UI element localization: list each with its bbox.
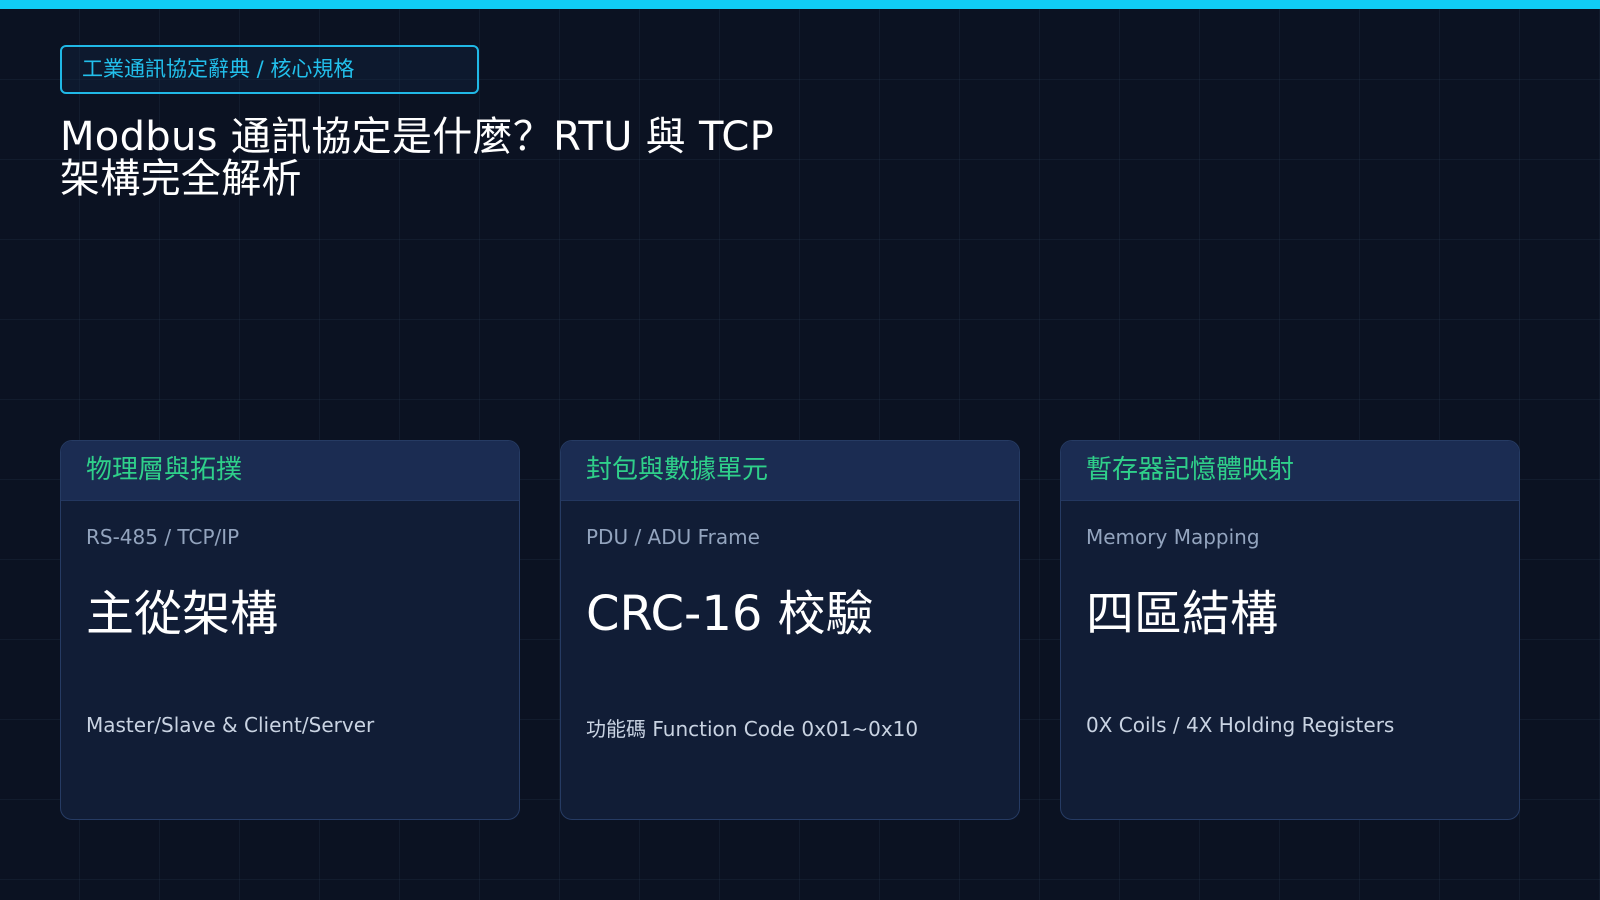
card-header: 物理層與拓撲 xyxy=(61,441,519,501)
card-subtitle: RS-485 / TCP/IP xyxy=(86,525,240,549)
page-title: Modbus 通訊協定是什麼？RTU 與 TCP 架構完全解析 xyxy=(60,114,775,202)
category-badge: 工業通訊協定辭典 / 核心規格 xyxy=(60,45,479,94)
card-footer: 功能碼 Function Code 0x01~0x10 xyxy=(586,717,919,741)
card-register-mapping: 暫存器記憶體映射 Memory Mapping 四區結構 0X Coils / … xyxy=(1060,440,1520,820)
card-main-value: CRC-16 校驗 xyxy=(586,586,874,642)
card-header: 暫存器記憶體映射 xyxy=(1061,441,1519,501)
card-subtitle: Memory Mapping xyxy=(1086,525,1260,549)
card-physical-layer: 物理層與拓撲 RS-485 / TCP/IP 主從架構 Master/Slave… xyxy=(60,440,520,820)
card-footer: 0X Coils / 4X Holding Registers xyxy=(1086,713,1395,737)
card-subtitle: PDU / ADU Frame xyxy=(586,525,760,549)
top-accent-bar xyxy=(0,0,1600,9)
card-footer: Master/Slave & Client/Server xyxy=(86,713,375,737)
card-packet-frame: 封包與數據單元 PDU / ADU Frame CRC-16 校驗 功能碼 Fu… xyxy=(560,440,1020,820)
card-header: 封包與數據單元 xyxy=(561,441,1019,501)
card-main-value: 四區結構 xyxy=(1086,586,1279,642)
card-main-value: 主從架構 xyxy=(86,586,279,642)
